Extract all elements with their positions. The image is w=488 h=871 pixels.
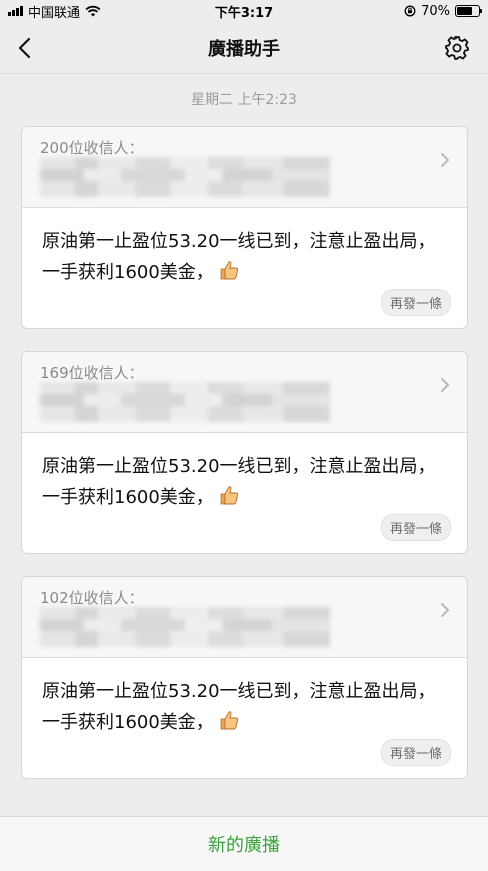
status-bar: 中国联通 下午3:17 70% [0, 0, 488, 22]
blurred-recipient-names [40, 607, 330, 647]
battery-icon [455, 5, 482, 17]
wifi-icon [85, 5, 101, 17]
recipients-label: 200位收信人： [40, 139, 144, 157]
resend-button[interactable]: 再發一條 [380, 514, 451, 541]
chevron-right-icon [441, 603, 449, 617]
status-right: 70% [404, 3, 482, 19]
resend-button[interactable]: 再發一條 [380, 739, 451, 766]
resend-button[interactable]: 再發一條 [380, 289, 451, 316]
message-body: 原油第一止盈位53.20一线已到，注意止盈出局，一手获利1600美金， [22, 658, 467, 738]
status-left: 中国联通 [8, 2, 101, 21]
broadcast-card: 169位收信人： 原油第一止盈位53.20一线已到，注意止盈出局，一手获利160… [21, 351, 468, 554]
blurred-recipient-names [40, 382, 330, 422]
blurred-recipient-names [40, 157, 330, 197]
carrier-label: 中国联通 [28, 5, 81, 21]
thumbs-up-icon [220, 261, 238, 280]
page-title: 廣播助手 [208, 38, 280, 60]
thumbs-up-icon [220, 486, 238, 505]
recipients-row[interactable]: 169位收信人： [22, 352, 467, 433]
thumbs-up-icon [220, 711, 238, 730]
bottom-bar: 新的廣播 [0, 816, 488, 871]
recipients-row[interactable]: 200位收信人： [22, 127, 467, 208]
battery-percent: 70% [421, 3, 450, 19]
nav-bar: 廣播助手 [0, 22, 488, 74]
broadcast-card: 102位收信人： 原油第一止盈位53.20一线已到，注意止盈出局，一手获利160… [21, 576, 468, 779]
signal-icon [8, 6, 23, 16]
gear-icon[interactable] [444, 35, 470, 61]
message-body: 原油第一止盈位53.20一线已到，注意止盈出局，一手获利1600美金， [22, 208, 467, 288]
broadcast-card: 200位收信人： 原油第一止盈位53.20一线已到，注意止盈出局，一手获利160… [21, 126, 468, 329]
recipients-label: 102位收信人： [40, 589, 144, 607]
chevron-left-icon[interactable] [14, 36, 36, 60]
chevron-right-icon [441, 378, 449, 392]
message-body: 原油第一止盈位53.20一线已到，注意止盈出局，一手获利1600美金， [22, 433, 467, 513]
broadcast-list: 200位收信人： 原油第一止盈位53.20一线已到，注意止盈出局，一手获利160… [21, 126, 468, 801]
chevron-right-icon [441, 153, 449, 167]
recipients-row[interactable]: 102位收信人： [22, 577, 467, 658]
new-broadcast-button[interactable]: 新的廣播 [208, 831, 280, 857]
rotation-lock-icon [404, 5, 416, 17]
timestamp: 星期二 上午2:23 [191, 92, 297, 108]
recipients-label: 169位收信人： [40, 364, 144, 382]
